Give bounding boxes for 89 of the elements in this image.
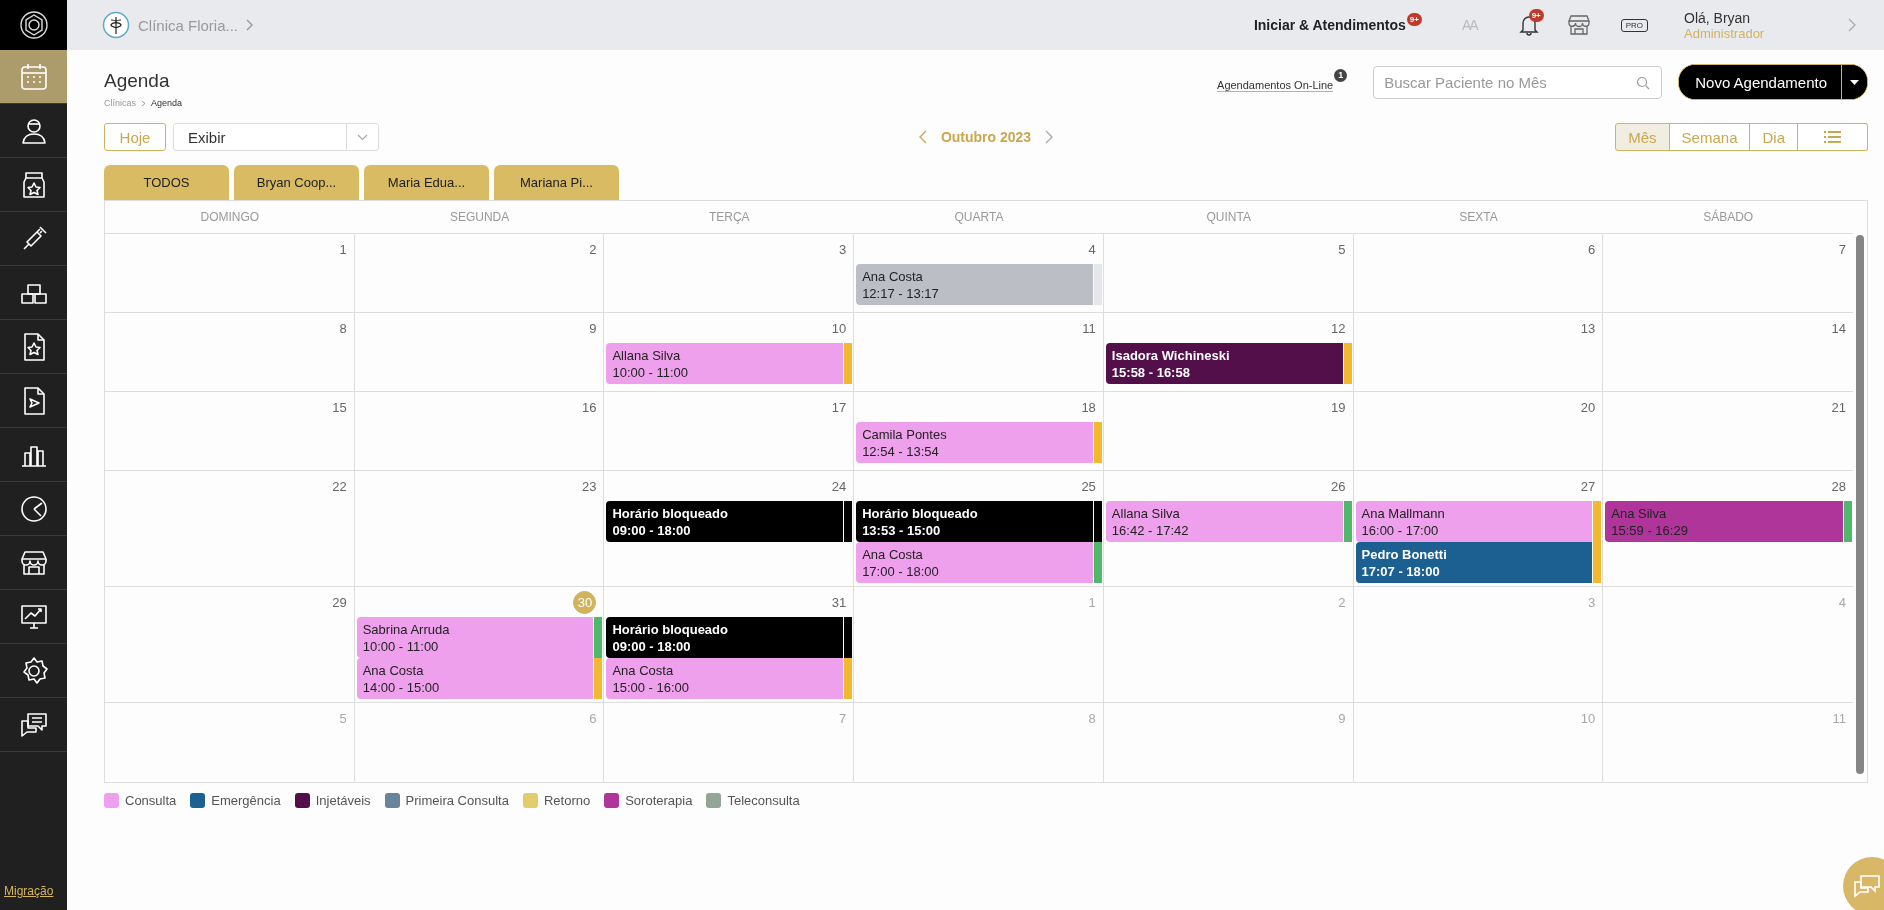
- store-icon[interactable]: [1566, 14, 1591, 36]
- day-number[interactable]: 13: [1580, 320, 1596, 336]
- chevron-down-icon: [357, 133, 368, 141]
- search-field[interactable]: Buscar Paciente no Mês: [1373, 65, 1663, 99]
- migration-link[interactable]: Migração: [0, 884, 67, 910]
- appointment[interactable]: Ana Costa 15:00 - 16:00: [606, 658, 844, 699]
- appointment[interactable]: Ana Costa 17:00 - 18:00: [856, 542, 1093, 583]
- user-greeting[interactable]: Olá, Bryan: [1684, 9, 1780, 26]
- appointment[interactable]: Allana Silva 10:00 - 11:00: [606, 343, 844, 384]
- bell-icon[interactable]: [1518, 14, 1539, 36]
- day-number[interactable]: 21: [1831, 399, 1846, 415]
- day-number[interactable]: 24: [831, 478, 847, 494]
- weekday-header: TERÇA: [707, 209, 751, 226]
- day-number[interactable]: 9: [589, 320, 597, 336]
- list-icon: [1824, 131, 1841, 143]
- professional-tab[interactable]: Mariana Pi...: [494, 165, 619, 200]
- day-number[interactable]: 10: [831, 320, 847, 336]
- scrollbar[interactable]: [1856, 235, 1864, 774]
- day-number[interactable]: 15: [332, 399, 347, 415]
- user-role: Administrador: [1684, 25, 1766, 41]
- appointment[interactable]: Allana Silva 16:42 - 17:42: [1105, 501, 1343, 542]
- professional-tab[interactable]: TODOS: [104, 165, 229, 200]
- breadcrumb-link[interactable]: Clínicas: [104, 98, 136, 108]
- chevron-right-icon: [141, 99, 146, 107]
- appointment[interactable]: Isadora Wichineski 15:58 - 16:58: [1105, 343, 1343, 384]
- day-number[interactable]: 17: [831, 399, 847, 415]
- weekday-header: SEXTA: [1458, 209, 1499, 226]
- caret-down-icon: [1850, 79, 1859, 85]
- legend-label: Primeira Consulta: [405, 793, 509, 808]
- day-number[interactable]: 18: [1081, 399, 1096, 415]
- count-badge: 1: [1334, 68, 1348, 82]
- search-icon: [1636, 75, 1651, 90]
- day-number[interactable]: 19: [1331, 399, 1346, 415]
- legend-label: Consulta: [125, 793, 177, 808]
- appointment[interactable]: Horário bloqueado 09:00 - 18:00: [606, 617, 844, 658]
- legend-label: Injetáveis: [315, 793, 371, 808]
- day-number[interactable]: 16: [581, 399, 597, 415]
- appointment[interactable]: Ana Mallmann 16:00 - 17:00: [1355, 501, 1593, 542]
- day-number[interactable]: 4: [1088, 241, 1096, 257]
- notification-badge: 9+: [1406, 12, 1422, 26]
- day-number[interactable]: 26: [1331, 478, 1346, 494]
- appointment[interactable]: Ana Costa 12:17 - 13:17: [856, 264, 1093, 305]
- day-number[interactable]: 3: [838, 241, 847, 257]
- day-number[interactable]: 22: [332, 478, 347, 494]
- legend-label: Retorno: [543, 793, 591, 808]
- day-number[interactable]: 20: [1580, 399, 1596, 415]
- day-number[interactable]: 25: [1081, 478, 1096, 494]
- appointment[interactable]: Camila Pontes 12:54 - 13:54: [856, 422, 1093, 463]
- day-number[interactable]: 23: [581, 478, 597, 494]
- weekday-header: DOMINGO: [199, 209, 261, 226]
- day-number[interactable]: 14: [1831, 320, 1846, 336]
- day-number[interactable]: 31: [831, 594, 847, 610]
- page-title: Agenda: [104, 70, 171, 92]
- online-bookings-link[interactable]: Agendamentos On-Line: [1217, 78, 1334, 92]
- appointment[interactable]: Ana Costa 14:00 - 15:00: [356, 658, 594, 699]
- weekday-header: SEGUNDA: [448, 209, 511, 226]
- plan-badge: PRO: [1620, 18, 1648, 32]
- legend-label: Soroterapia: [625, 793, 693, 808]
- day-number[interactable]: 27: [1580, 478, 1596, 494]
- chat-icon: [1853, 874, 1881, 898]
- appointment[interactable]: Horário bloqueado 13:53 - 15:00: [856, 501, 1093, 542]
- day-number[interactable]: 6: [1588, 241, 1596, 257]
- professional-tab[interactable]: Maria Edua...: [364, 165, 489, 200]
- day-number[interactable]: 12: [1331, 320, 1346, 336]
- dropdown-button[interactable]: [1841, 65, 1867, 99]
- logo-icon: [18, 10, 49, 40]
- appointment[interactable]: Pedro Bonetti 17:07 - 18:00: [1355, 542, 1593, 583]
- day-number[interactable]: 29: [332, 594, 347, 610]
- day-number[interactable]: 5: [1338, 241, 1346, 257]
- appointment[interactable]: Horário bloqueado 09:00 - 18:00: [606, 501, 844, 542]
- display-select[interactable]: Exibir: [173, 123, 379, 151]
- professional-tab[interactable]: Bryan Coop...: [234, 165, 359, 200]
- day-number[interactable]: 1: [339, 241, 347, 257]
- day-number[interactable]: 7: [1838, 241, 1846, 257]
- legend-label: Teleconsulta: [727, 793, 800, 808]
- start-attendance-link[interactable]: Iniciar & Atendimentos: [1253, 17, 1406, 33]
- caduceus-icon: [102, 11, 130, 39]
- day-number[interactable]: 2: [589, 241, 597, 257]
- day-number[interactable]: 28: [1831, 478, 1846, 494]
- month-title: Outubro 2023: [940, 129, 1032, 145]
- weekday-header: SÁBADO: [1702, 208, 1755, 226]
- day-number[interactable]: 11: [1082, 320, 1096, 336]
- breadcrumb-current: Agenda: [151, 98, 183, 108]
- notification-badge: 9+: [1528, 9, 1544, 22]
- appointment[interactable]: Sabrina Arruda 10:00 - 11:00: [356, 617, 594, 658]
- weekday-header: QUARTA: [953, 209, 1005, 226]
- legend-label: Emergência: [211, 793, 281, 808]
- weekday-header: QUINTA: [1205, 209, 1252, 226]
- day-number[interactable]: 8: [339, 320, 347, 336]
